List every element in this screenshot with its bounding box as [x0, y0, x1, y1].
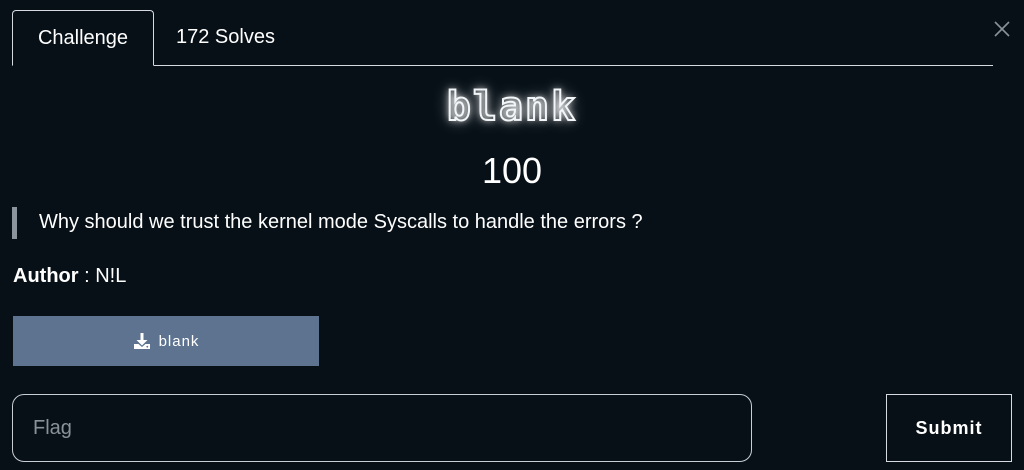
close-icon: [994, 21, 1010, 37]
tab-challenge[interactable]: Challenge: [12, 10, 154, 66]
submit-button[interactable]: Submit: [886, 394, 1012, 462]
download-file-label: blank: [158, 332, 200, 350]
author-label: Author: [13, 265, 79, 287]
tab-bar: Challenge 172 Solves: [12, 10, 993, 66]
author-line: Author : N!L: [13, 265, 126, 288]
challenge-description: Why should we trust the kernel mode Sysc…: [12, 207, 1002, 239]
download-icon: [133, 333, 150, 349]
description-text: Why should we trust the kernel mode Sysc…: [39, 211, 643, 233]
challenge-title: blank: [446, 83, 578, 131]
close-button[interactable]: [992, 19, 1012, 39]
author-separator: :: [78, 265, 96, 287]
tab-solves[interactable]: 172 Solves: [176, 10, 275, 65]
download-file-button[interactable]: blank: [13, 316, 319, 366]
challenge-points: 100: [481, 150, 543, 191]
author-name: N!L: [95, 265, 127, 287]
challenge-modal: Challenge 172 Solves blank 100 Why shoul…: [0, 0, 1024, 470]
flag-input[interactable]: [12, 394, 752, 462]
